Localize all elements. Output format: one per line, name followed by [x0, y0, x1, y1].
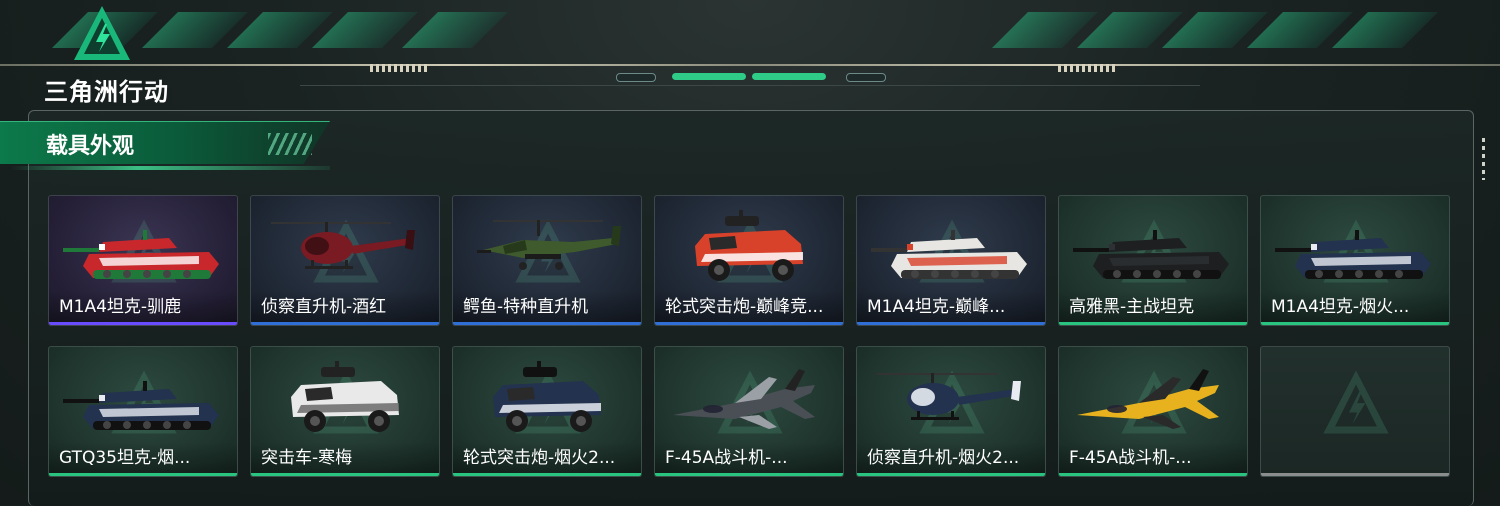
rarity-bar — [1261, 473, 1449, 476]
tank-icon — [1073, 230, 1229, 279]
skin-name: M1A4坦克-驯鹿 — [59, 297, 182, 317]
rarity-bar — [1261, 322, 1449, 325]
skin-name: 轮式突击炮-巅峰竞... — [665, 297, 824, 317]
rarity-bar — [453, 473, 641, 476]
skin-card[interactable]: 轮式突击炮-巅峰竞... — [654, 195, 844, 326]
skin-name: GTQ35坦克-烟... — [59, 448, 191, 468]
rarity-bar — [49, 473, 237, 476]
skin-card[interactable]: GTQ35坦克-烟... — [48, 346, 238, 477]
rarity-bar — [857, 473, 1045, 476]
armored-car-icon — [695, 210, 803, 281]
skin-name: M1A4坦克-烟火... — [1271, 297, 1410, 317]
rarity-bar — [857, 322, 1045, 325]
title-decor-icon — [268, 133, 312, 155]
skin-card[interactable]: 突击车-寒梅 — [250, 346, 440, 477]
rarity-bar — [49, 322, 237, 325]
skin-card[interactable]: M1A4坦克-巅峰... — [856, 195, 1046, 326]
attack-helicopter-icon — [477, 220, 621, 270]
title-underline — [10, 166, 330, 170]
top-header: 三角洲行动 — [0, 0, 1500, 106]
rarity-bar — [251, 473, 439, 476]
skin-name: 鳄鱼-特种直升机 — [463, 297, 589, 317]
rarity-bar — [251, 322, 439, 325]
skin-name: 侦察直升机-酒红 — [261, 297, 387, 317]
delta-watermark-icon — [1323, 370, 1389, 434]
skin-name: 高雅黑-主战坦克 — [1069, 297, 1195, 317]
delta-force-logo-icon — [74, 6, 130, 60]
scroll-indicator[interactable] — [1482, 138, 1485, 180]
header-ticks-right — [1058, 64, 1118, 72]
rarity-bar — [1059, 322, 1247, 325]
armored-car-icon — [493, 361, 601, 432]
header-stripe — [1332, 12, 1438, 48]
header-indicator-active — [672, 73, 746, 80]
skin-card[interactable]: 侦察直升机-酒红 — [250, 195, 440, 326]
skin-card[interactable]: 鳄鱼-特种直升机 — [452, 195, 642, 326]
header-indicator-active — [752, 73, 826, 80]
rarity-bar — [1059, 473, 1247, 476]
skin-name: 突击车-寒梅 — [261, 448, 353, 468]
tank-icon — [63, 230, 219, 279]
skin-card[interactable]: 轮式突击炮-烟火2... — [452, 346, 642, 477]
header-indicator — [846, 73, 886, 82]
header-divider-lower — [300, 85, 1200, 86]
rarity-bar — [655, 322, 843, 325]
rarity-bar — [453, 322, 641, 325]
skin-card[interactable]: M1A4坦克-烟火... — [1260, 195, 1450, 326]
skin-card[interactable]: F-45A战斗机-... — [654, 346, 844, 477]
skin-card[interactable]: 侦察直升机-烟火2... — [856, 346, 1046, 477]
skin-name: 侦察直升机-烟火2... — [867, 448, 1020, 468]
jet-icon — [1077, 369, 1219, 429]
tank-icon — [1275, 230, 1431, 279]
skin-name: F-45A战斗机-... — [665, 448, 788, 468]
section-title: 载具外观 — [46, 134, 135, 159]
skin-name: M1A4坦克-巅峰... — [867, 297, 1006, 317]
skin-card[interactable]: F-45A战斗机-... — [1058, 346, 1248, 477]
header-stripe — [402, 12, 508, 48]
rarity-bar — [655, 473, 843, 476]
helicopter-small-icon — [271, 222, 415, 269]
armored-car-icon — [291, 361, 399, 432]
header-stripe — [312, 12, 418, 48]
header-indicator — [616, 73, 656, 82]
skin-card[interactable]: M1A4坦克-驯鹿 — [48, 195, 238, 326]
header-ticks-left — [370, 64, 430, 72]
empty-skin-slot[interactable] — [1260, 346, 1450, 477]
header-divider — [0, 64, 1500, 66]
helicopter-small-icon — [877, 373, 1021, 420]
skin-card[interactable]: 高雅黑-主战坦克 — [1058, 195, 1248, 326]
game-logo-text: 三角洲行动 — [44, 78, 169, 106]
skin-name: F-45A战斗机-... — [1069, 448, 1192, 468]
skin-name: 轮式突击炮-烟火2... — [463, 448, 616, 468]
tank-icon — [63, 381, 219, 430]
jet-icon — [673, 369, 815, 429]
tank-icon — [871, 230, 1027, 279]
